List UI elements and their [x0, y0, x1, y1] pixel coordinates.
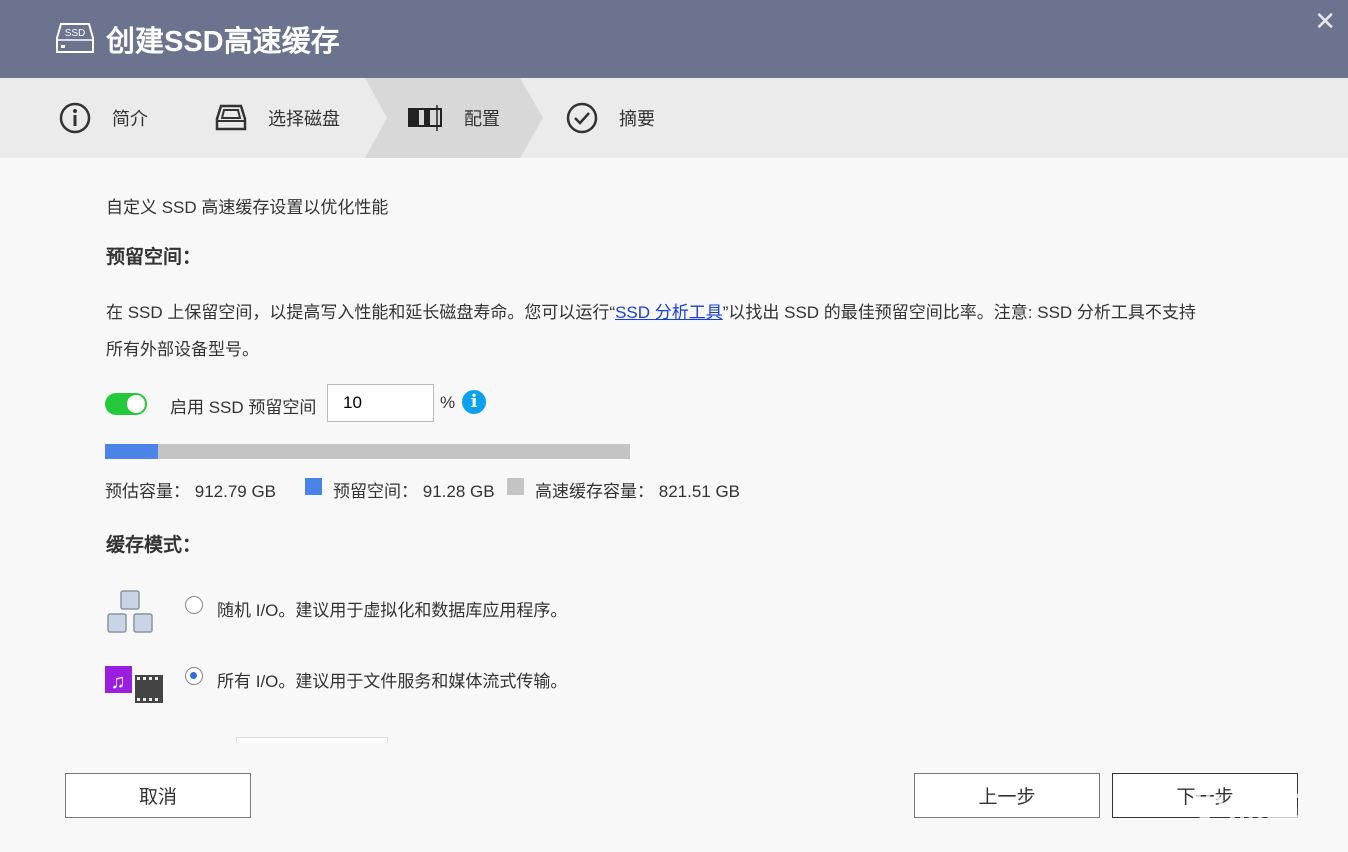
all-io-radio[interactable] — [185, 667, 203, 685]
reserved-fill — [105, 444, 158, 459]
reserved-space: 预留空间： 91.28 GB — [333, 477, 495, 502]
step-label: 配置 — [464, 109, 500, 129]
step-intro: 简介 — [58, 78, 148, 158]
window-title: 创建SSD高速缓存 — [106, 26, 340, 58]
estimated-capacity: 预估容量： 912.79 GB — [105, 477, 276, 502]
random-io-radio[interactable] — [185, 596, 203, 614]
reserve-description-cont: 所有外部设备型号。 — [106, 340, 259, 359]
step-select-disk: 选择磁盘 — [214, 78, 340, 158]
svg-text:♫: ♫ — [111, 671, 126, 693]
check-circle-icon — [566, 102, 598, 134]
cache-mode-heading: 缓存模式： — [106, 535, 202, 556]
step-label: 摘要 — [619, 109, 655, 129]
step-config: 配置 — [408, 78, 500, 158]
info-icon[interactable]: i — [462, 390, 486, 414]
value: 821.51 GB — [658, 482, 741, 501]
config-icon — [408, 105, 442, 131]
media-icon: ♫ — [105, 666, 163, 703]
enable-reserve-toggle[interactable] — [105, 393, 147, 415]
watermark-logo: H 小黑盒 — [1150, 783, 1305, 824]
dropdown-partial[interactable] — [236, 737, 388, 743]
value: 912.79 GB — [194, 482, 277, 501]
all-io-label: 所有 I/O。建议用于文件服务和媒体流式传输。 — [217, 672, 568, 691]
reserve-percent-input[interactable] — [327, 384, 434, 422]
page-subtitle: 自定义 SSD 高速缓存设置以优化性能 — [106, 198, 389, 217]
reserve-description: 在 SSD 上保留空间，以提高写入性能和延长磁盘寿命。您可以运行“SSD 分析工… — [106, 298, 1196, 323]
reserved-swatch — [305, 478, 322, 495]
toggle-label: 启用 SSD 预留空间 — [170, 398, 317, 417]
label: 预估容量： — [105, 482, 190, 501]
back-button[interactable]: 上一步 — [914, 773, 1100, 818]
label: 预留空间： — [333, 482, 418, 501]
capacity-bar — [105, 444, 630, 459]
reserve-heading: 预留空间： — [106, 247, 202, 268]
wizard-steps: 简介 选择磁盘 配置 摘要 — [0, 78, 1348, 158]
disk-drive-icon — [215, 104, 247, 131]
desc-text: 在 SSD 上保留空间，以提高写入性能和延长磁盘寿命。您可以运行“ — [106, 303, 616, 322]
cache-capacity: 高速缓存容量： 821.51 GB — [535, 477, 740, 502]
desc-text: ”以找出 SSD 的最佳预留空间比率。注意: SSD 分析工具不支持 — [722, 303, 1196, 322]
cancel-button[interactable]: 取消 — [65, 773, 251, 818]
ssd-logo-icon: SSD — [56, 23, 94, 53]
close-icon[interactable]: ✕ — [1314, 6, 1336, 37]
step-label: 简介 — [112, 109, 148, 129]
random-io-label: 随机 I/O。建议用于虚拟化和数据库应用程序。 — [217, 601, 568, 620]
ssd-analysis-tool-link[interactable]: SSD 分析工具 — [615, 303, 723, 322]
cache-swatch — [507, 478, 524, 495]
step-label: 选择磁盘 — [268, 109, 340, 129]
step-summary: 摘要 — [565, 78, 655, 158]
cubes-icon — [107, 590, 153, 633]
window-header: SSD 创建SSD高速缓存 ✕ — [0, 0, 1348, 78]
info-circle-icon — [59, 102, 91, 134]
svg-text:SSD: SSD — [65, 28, 86, 39]
label: 高速缓存容量： — [535, 482, 654, 501]
percent-unit: % — [440, 393, 456, 412]
value: 91.28 GB — [422, 482, 495, 501]
